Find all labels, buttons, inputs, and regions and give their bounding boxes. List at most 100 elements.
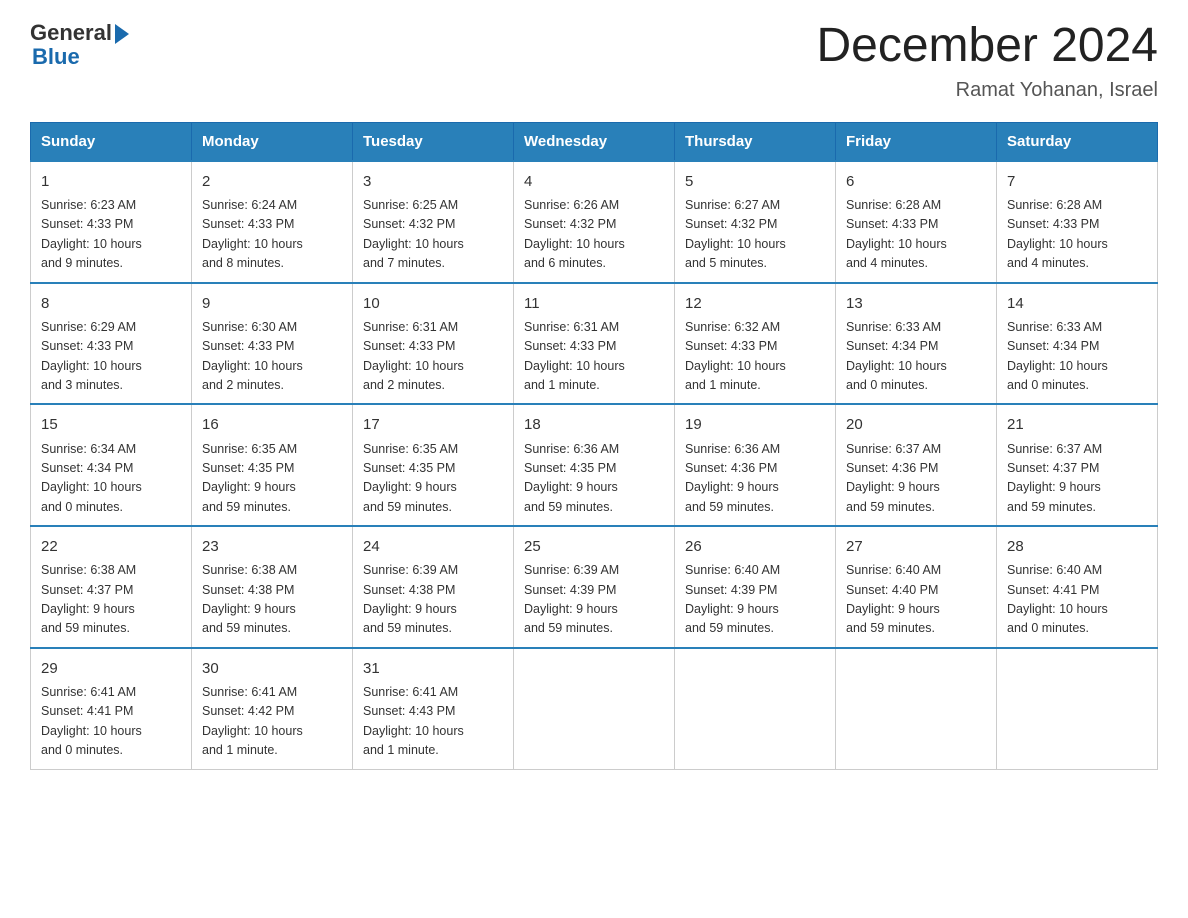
day-number: 21 bbox=[1007, 413, 1147, 436]
calendar-cell: 16 Sunrise: 6:35 AMSunset: 4:35 PMDaylig… bbox=[192, 404, 353, 526]
day-info: Sunrise: 6:32 AMSunset: 4:33 PMDaylight:… bbox=[685, 320, 786, 392]
calendar-cell: 28 Sunrise: 6:40 AMSunset: 4:41 PMDaylig… bbox=[997, 526, 1158, 648]
day-info: Sunrise: 6:33 AMSunset: 4:34 PMDaylight:… bbox=[846, 320, 947, 392]
day-number: 24 bbox=[363, 535, 503, 558]
week-row-2: 8 Sunrise: 6:29 AMSunset: 4:33 PMDayligh… bbox=[31, 283, 1158, 405]
day-number: 28 bbox=[1007, 535, 1147, 558]
day-number: 14 bbox=[1007, 292, 1147, 315]
day-number: 15 bbox=[41, 413, 181, 436]
calendar-cell: 14 Sunrise: 6:33 AMSunset: 4:34 PMDaylig… bbox=[997, 283, 1158, 405]
calendar-cell: 23 Sunrise: 6:38 AMSunset: 4:38 PMDaylig… bbox=[192, 526, 353, 648]
calendar-cell: 27 Sunrise: 6:40 AMSunset: 4:40 PMDaylig… bbox=[836, 526, 997, 648]
day-number: 31 bbox=[363, 657, 503, 680]
day-number: 16 bbox=[202, 413, 342, 436]
calendar-cell: 20 Sunrise: 6:37 AMSunset: 4:36 PMDaylig… bbox=[836, 404, 997, 526]
calendar-cell: 9 Sunrise: 6:30 AMSunset: 4:33 PMDayligh… bbox=[192, 283, 353, 405]
calendar-cell: 10 Sunrise: 6:31 AMSunset: 4:33 PMDaylig… bbox=[353, 283, 514, 405]
page-header: General Blue December 2024 Ramat Yohanan… bbox=[30, 20, 1158, 102]
day-info: Sunrise: 6:29 AMSunset: 4:33 PMDaylight:… bbox=[41, 320, 142, 392]
weekday-header-tuesday: Tuesday bbox=[353, 122, 514, 161]
week-row-4: 22 Sunrise: 6:38 AMSunset: 4:37 PMDaylig… bbox=[31, 526, 1158, 648]
calendar-cell: 6 Sunrise: 6:28 AMSunset: 4:33 PMDayligh… bbox=[836, 161, 997, 283]
day-number: 23 bbox=[202, 535, 342, 558]
day-number: 9 bbox=[202, 292, 342, 315]
day-number: 25 bbox=[524, 535, 664, 558]
calendar-cell: 2 Sunrise: 6:24 AMSunset: 4:33 PMDayligh… bbox=[192, 161, 353, 283]
calendar-cell: 13 Sunrise: 6:33 AMSunset: 4:34 PMDaylig… bbox=[836, 283, 997, 405]
logo-arrow-icon bbox=[115, 24, 129, 44]
weekday-header-wednesday: Wednesday bbox=[514, 122, 675, 161]
calendar-title: December 2024 bbox=[816, 20, 1158, 73]
title-section: December 2024 Ramat Yohanan, Israel bbox=[816, 20, 1158, 102]
day-number: 3 bbox=[363, 170, 503, 193]
day-number: 1 bbox=[41, 170, 181, 193]
day-number: 17 bbox=[363, 413, 503, 436]
day-info: Sunrise: 6:37 AMSunset: 4:36 PMDaylight:… bbox=[846, 442, 941, 514]
calendar-cell: 5 Sunrise: 6:27 AMSunset: 4:32 PMDayligh… bbox=[675, 161, 836, 283]
day-number: 4 bbox=[524, 170, 664, 193]
day-number: 7 bbox=[1007, 170, 1147, 193]
calendar-cell: 26 Sunrise: 6:40 AMSunset: 4:39 PMDaylig… bbox=[675, 526, 836, 648]
weekday-header-saturday: Saturday bbox=[997, 122, 1158, 161]
day-number: 19 bbox=[685, 413, 825, 436]
day-number: 13 bbox=[846, 292, 986, 315]
day-number: 11 bbox=[524, 292, 664, 315]
weekday-header-friday: Friday bbox=[836, 122, 997, 161]
day-info: Sunrise: 6:36 AMSunset: 4:36 PMDaylight:… bbox=[685, 442, 780, 514]
day-number: 20 bbox=[846, 413, 986, 436]
day-info: Sunrise: 6:41 AMSunset: 4:41 PMDaylight:… bbox=[41, 685, 142, 757]
day-number: 12 bbox=[685, 292, 825, 315]
day-info: Sunrise: 6:28 AMSunset: 4:33 PMDaylight:… bbox=[846, 198, 947, 270]
day-info: Sunrise: 6:41 AMSunset: 4:43 PMDaylight:… bbox=[363, 685, 464, 757]
week-row-5: 29 Sunrise: 6:41 AMSunset: 4:41 PMDaylig… bbox=[31, 648, 1158, 769]
calendar-cell: 1 Sunrise: 6:23 AMSunset: 4:33 PMDayligh… bbox=[31, 161, 192, 283]
weekday-header-row: SundayMondayTuesdayWednesdayThursdayFrid… bbox=[31, 122, 1158, 161]
day-number: 29 bbox=[41, 657, 181, 680]
week-row-1: 1 Sunrise: 6:23 AMSunset: 4:33 PMDayligh… bbox=[31, 161, 1158, 283]
calendar-cell: 25 Sunrise: 6:39 AMSunset: 4:39 PMDaylig… bbox=[514, 526, 675, 648]
day-info: Sunrise: 6:38 AMSunset: 4:38 PMDaylight:… bbox=[202, 563, 297, 635]
day-number: 8 bbox=[41, 292, 181, 315]
week-row-3: 15 Sunrise: 6:34 AMSunset: 4:34 PMDaylig… bbox=[31, 404, 1158, 526]
calendar-cell: 3 Sunrise: 6:25 AMSunset: 4:32 PMDayligh… bbox=[353, 161, 514, 283]
day-info: Sunrise: 6:23 AMSunset: 4:33 PMDaylight:… bbox=[41, 198, 142, 270]
calendar-cell bbox=[514, 648, 675, 769]
day-info: Sunrise: 6:41 AMSunset: 4:42 PMDaylight:… bbox=[202, 685, 303, 757]
weekday-header-monday: Monday bbox=[192, 122, 353, 161]
calendar-cell: 19 Sunrise: 6:36 AMSunset: 4:36 PMDaylig… bbox=[675, 404, 836, 526]
calendar-cell: 8 Sunrise: 6:29 AMSunset: 4:33 PMDayligh… bbox=[31, 283, 192, 405]
day-info: Sunrise: 6:24 AMSunset: 4:33 PMDaylight:… bbox=[202, 198, 303, 270]
day-number: 22 bbox=[41, 535, 181, 558]
day-number: 5 bbox=[685, 170, 825, 193]
day-info: Sunrise: 6:31 AMSunset: 4:33 PMDaylight:… bbox=[363, 320, 464, 392]
calendar-cell: 4 Sunrise: 6:26 AMSunset: 4:32 PMDayligh… bbox=[514, 161, 675, 283]
calendar-subtitle: Ramat Yohanan, Israel bbox=[816, 79, 1158, 102]
day-info: Sunrise: 6:35 AMSunset: 4:35 PMDaylight:… bbox=[363, 442, 458, 514]
calendar-cell bbox=[836, 648, 997, 769]
day-info: Sunrise: 6:34 AMSunset: 4:34 PMDaylight:… bbox=[41, 442, 142, 514]
calendar-cell: 30 Sunrise: 6:41 AMSunset: 4:42 PMDaylig… bbox=[192, 648, 353, 769]
day-info: Sunrise: 6:36 AMSunset: 4:35 PMDaylight:… bbox=[524, 442, 619, 514]
day-info: Sunrise: 6:39 AMSunset: 4:39 PMDaylight:… bbox=[524, 563, 619, 635]
day-info: Sunrise: 6:31 AMSunset: 4:33 PMDaylight:… bbox=[524, 320, 625, 392]
logo-blue-text: Blue bbox=[32, 44, 80, 70]
day-info: Sunrise: 6:30 AMSunset: 4:33 PMDaylight:… bbox=[202, 320, 303, 392]
weekday-header-thursday: Thursday bbox=[675, 122, 836, 161]
day-info: Sunrise: 6:40 AMSunset: 4:40 PMDaylight:… bbox=[846, 563, 941, 635]
calendar-table: SundayMondayTuesdayWednesdayThursdayFrid… bbox=[30, 122, 1158, 770]
calendar-cell: 7 Sunrise: 6:28 AMSunset: 4:33 PMDayligh… bbox=[997, 161, 1158, 283]
day-info: Sunrise: 6:33 AMSunset: 4:34 PMDaylight:… bbox=[1007, 320, 1108, 392]
day-number: 18 bbox=[524, 413, 664, 436]
day-info: Sunrise: 6:26 AMSunset: 4:32 PMDaylight:… bbox=[524, 198, 625, 270]
day-info: Sunrise: 6:27 AMSunset: 4:32 PMDaylight:… bbox=[685, 198, 786, 270]
day-number: 30 bbox=[202, 657, 342, 680]
day-info: Sunrise: 6:40 AMSunset: 4:41 PMDaylight:… bbox=[1007, 563, 1108, 635]
day-number: 10 bbox=[363, 292, 503, 315]
weekday-header-sunday: Sunday bbox=[31, 122, 192, 161]
calendar-cell: 18 Sunrise: 6:36 AMSunset: 4:35 PMDaylig… bbox=[514, 404, 675, 526]
day-number: 26 bbox=[685, 535, 825, 558]
calendar-cell: 17 Sunrise: 6:35 AMSunset: 4:35 PMDaylig… bbox=[353, 404, 514, 526]
calendar-cell: 11 Sunrise: 6:31 AMSunset: 4:33 PMDaylig… bbox=[514, 283, 675, 405]
calendar-cell: 29 Sunrise: 6:41 AMSunset: 4:41 PMDaylig… bbox=[31, 648, 192, 769]
calendar-cell bbox=[675, 648, 836, 769]
